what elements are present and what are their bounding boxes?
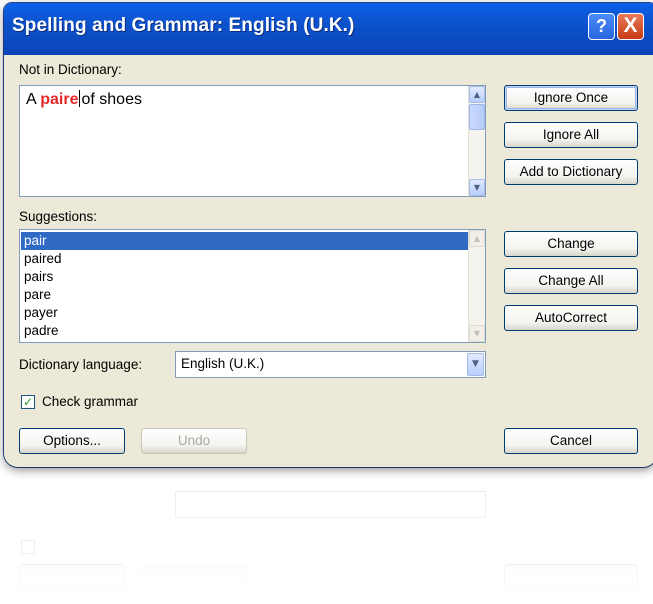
close-icon[interactable]: X: [617, 13, 644, 40]
suggestion-item-pair[interactable]: pair: [21, 232, 469, 250]
change-all-button[interactable]: Change All: [504, 268, 638, 294]
spelling-grammar-dialog: Spelling and Grammar: English (U.K.) ? X…: [4, 3, 653, 467]
undo-button: Undo: [141, 428, 247, 454]
sentence-after: of shoes: [81, 91, 142, 108]
misspelled-word: paire: [40, 91, 79, 108]
suggestion-item-paired[interactable]: paired: [21, 250, 469, 268]
suggestions-label: Suggestions:: [19, 209, 98, 224]
chevron-down-icon[interactable]: ▼: [467, 353, 484, 376]
suggestions-list[interactable]: pair paired pairs pare payer padre ▲ ▼: [19, 229, 486, 343]
scroll-down-icon: ▼: [469, 325, 485, 342]
cancel-button[interactable]: Cancel: [504, 428, 638, 454]
ignore-all-button[interactable]: Ignore All: [504, 122, 638, 148]
not-in-dictionary-textbox[interactable]: A paire of shoes ▲ ▼: [19, 85, 486, 197]
suggestion-item-padre[interactable]: padre: [21, 322, 469, 340]
sentence-text: A paire of shoes: [26, 90, 142, 109]
dictionary-language-select[interactable]: English (U.K.) ▼: [175, 351, 486, 378]
sentence-before: A: [26, 91, 41, 108]
autocorrect-button[interactable]: AutoCorrect: [504, 305, 638, 331]
check-grammar-label[interactable]: Check grammar: [42, 394, 138, 409]
dialog-title: Spelling and Grammar: English (U.K.): [12, 15, 355, 36]
scroll-thumb[interactable]: [469, 104, 485, 130]
scroll-up-icon: ▲: [469, 230, 485, 247]
scroll-up-icon[interactable]: ▲: [469, 86, 485, 103]
suggestions-scrollbar: ▲ ▼: [468, 230, 485, 342]
options-button[interactable]: Options...: [19, 428, 125, 454]
textbox-scrollbar[interactable]: ▲ ▼: [468, 86, 485, 196]
dialog-body: Not in Dictionary: A paire of shoes ▲ ▼ I…: [4, 55, 653, 467]
add-to-dictionary-button[interactable]: Add to Dictionary: [504, 159, 638, 185]
suggestion-item-payer[interactable]: payer: [21, 304, 469, 322]
suggestion-item-pairs[interactable]: pairs: [21, 268, 469, 286]
screenshot: Spelling and Grammar: English (U.K.) ? X…: [0, 0, 653, 604]
suggestion-item-pare[interactable]: pare: [21, 286, 469, 304]
check-grammar-checkbox[interactable]: ✓: [21, 395, 35, 409]
help-icon[interactable]: ?: [588, 13, 615, 40]
ignore-once-button[interactable]: Ignore Once: [504, 85, 638, 111]
dictionary-language-value: English (U.K.): [181, 356, 265, 371]
scroll-down-icon[interactable]: ▼: [469, 179, 485, 196]
reflection-fade: [0, 470, 653, 604]
dictionary-language-label: Dictionary language:: [19, 357, 143, 372]
title-bar[interactable]: Spelling and Grammar: English (U.K.) ? X: [4, 3, 653, 56]
change-button[interactable]: Change: [504, 231, 638, 257]
not-in-dictionary-label: Not in Dictionary:: [19, 62, 122, 77]
